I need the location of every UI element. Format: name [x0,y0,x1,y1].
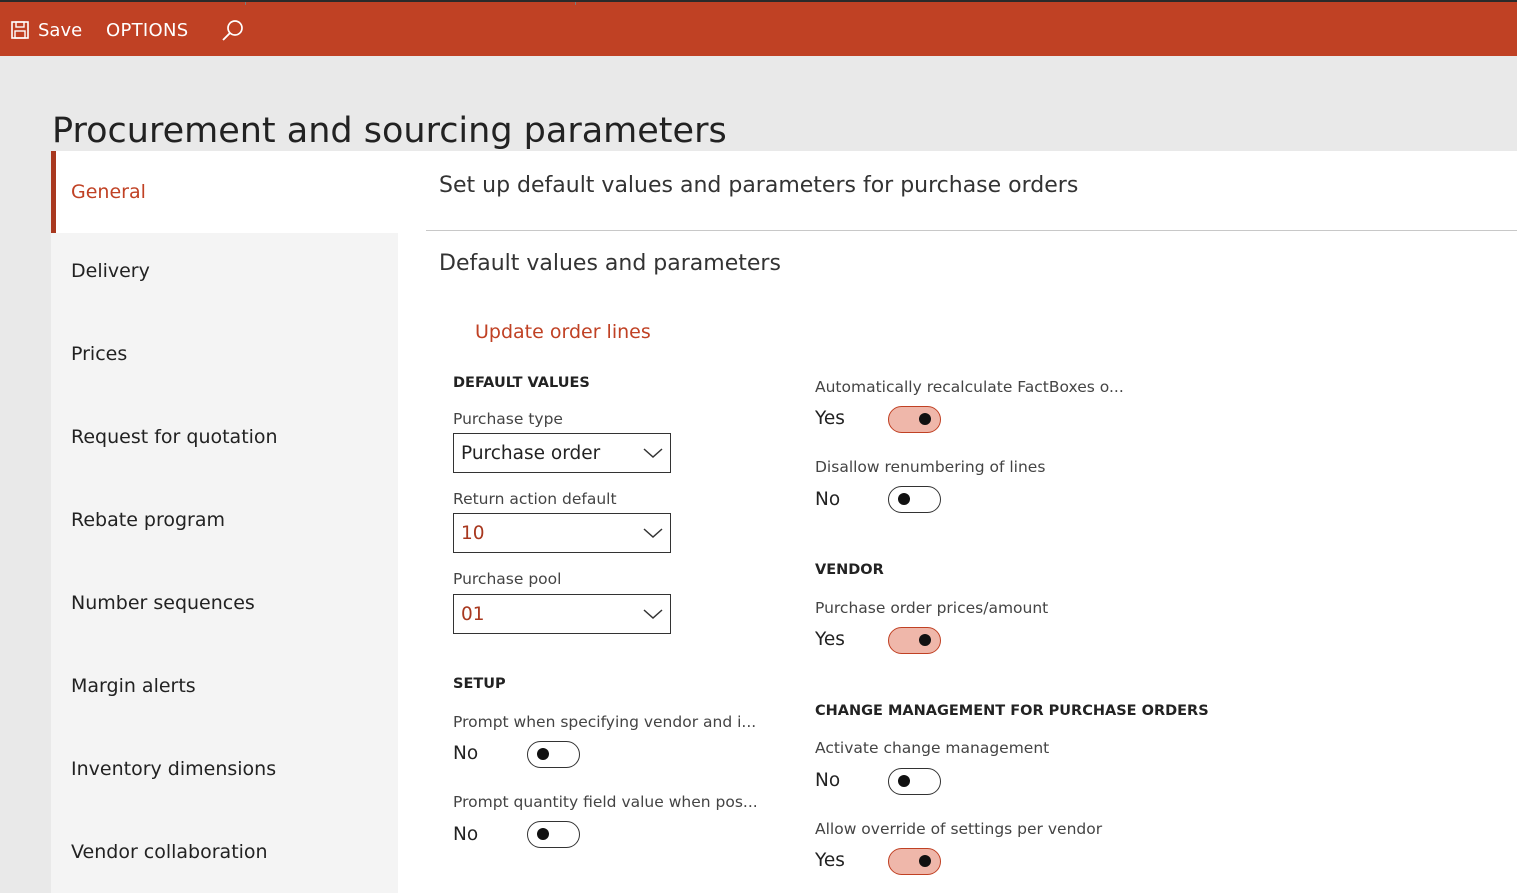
allow-override-label: Allow override of settings per vendor [815,820,1103,838]
return-action-label: Return action default [453,490,617,508]
main-content: Set up default values and parameters for… [398,151,1517,893]
vendor-heading: VENDOR [815,562,884,578]
disallow-renumbering-value: No [815,489,841,510]
change-management-heading: CHANGE MANAGEMENT FOR PURCHASE ORDERS [815,703,1209,719]
page-title: Procurement and sourcing parameters [52,111,727,152]
divider [426,230,1517,231]
prompt-quantity-label: Prompt quantity field value when pos... [453,793,758,811]
purchase-pool-value: 01 [461,603,485,625]
activate-change-management-label: Activate change management [815,739,1050,757]
window-separator [575,2,576,5]
disallow-renumbering-label: Disallow renumbering of lines [815,458,1046,476]
chevron-down-icon [643,528,663,539]
content-header: Set up default values and parameters for… [439,173,1079,198]
section-title: Default values and parameters [439,251,781,276]
purchase-type-select[interactable]: Purchase order [453,433,671,473]
setup-heading: SETUP [453,676,506,692]
toggle-knob [919,413,931,425]
toggle-knob [919,634,931,646]
purchase-pool-select[interactable]: 01 [453,594,671,634]
sidebar-item-request-for-quotation[interactable]: Request for quotation [51,399,398,474]
activate-change-management-toggle[interactable] [888,768,941,795]
default-values-heading: DEFAULT VALUES [453,375,590,391]
recalc-factboxes-label: Automatically recalculate FactBoxes o... [815,378,1124,396]
activate-change-management-value: No [815,770,841,791]
purchase-pool-label: Purchase pool [453,570,562,588]
toggle-knob [537,748,549,760]
chevron-down-icon [643,609,663,620]
allow-override-toggle[interactable] [888,848,941,875]
search-icon[interactable] [220,18,246,44]
toggle-knob [537,828,549,840]
return-action-select[interactable]: 10 [453,513,671,553]
sidebar-item-margin-alerts[interactable]: Margin alerts [51,648,398,723]
prompt-vendor-toggle[interactable] [527,741,580,768]
save-icon [10,20,30,40]
sidebar-item-delivery[interactable]: Delivery [51,233,398,308]
prompt-quantity-value: No [453,824,479,845]
purchase-type-value: Purchase order [461,442,601,464]
chevron-down-icon [643,448,663,459]
return-action-value: 10 [461,522,485,544]
toggle-knob [919,855,931,867]
prompt-vendor-value: No [453,743,479,764]
save-button[interactable]: Save [10,16,82,44]
sidebar-item-prices[interactable]: Prices [51,316,398,391]
prompt-quantity-toggle[interactable] [527,821,580,848]
sidebar-item-rebate-program[interactable]: Rebate program [51,482,398,557]
purchase-type-label: Purchase type [453,410,563,428]
toggle-knob [898,775,910,787]
sidebar-item-vendor-collaboration[interactable]: Vendor collaboration [51,814,398,889]
sidebar-item-number-sequences[interactable]: Number sequences [51,565,398,640]
prices-amount-label: Purchase order prices/amount [815,599,1049,617]
command-bar: Save OPTIONS [0,0,1517,56]
sidebar-item-general[interactable]: General [51,151,398,233]
prompt-vendor-label: Prompt when specifying vendor and i... [453,713,757,731]
update-order-lines-button[interactable]: Update order lines [475,321,651,343]
save-label: Save [38,19,83,41]
sidebar: General Delivery Prices Request for quot… [51,151,398,893]
prices-amount-toggle[interactable] [888,627,941,654]
allow-override-value: Yes [815,850,845,871]
options-menu[interactable]: OPTIONS [106,16,189,44]
recalc-factboxes-value: Yes [815,408,845,429]
recalc-factboxes-toggle[interactable] [888,406,941,433]
prices-amount-value: Yes [815,629,845,650]
disallow-renumbering-toggle[interactable] [888,486,941,513]
sidebar-item-inventory-dimensions[interactable]: Inventory dimensions [51,731,398,806]
toggle-knob [898,493,910,505]
window-separator [245,2,246,5]
